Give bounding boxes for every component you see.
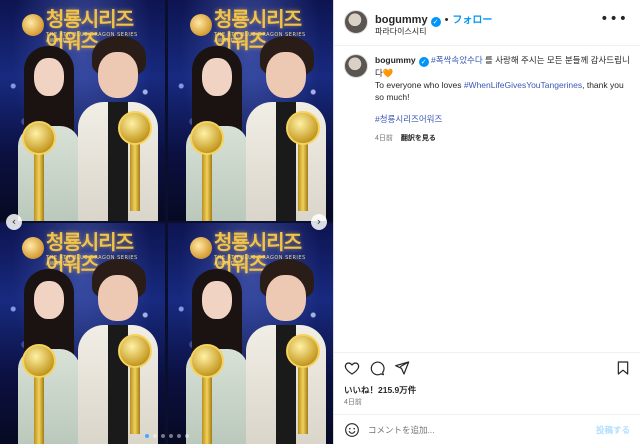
post-media[interactable]: 청룡시리즈어워즈 THE 4TH BLUE DRAGON SERIES AWAR… <box>0 0 333 444</box>
bookmark-icon[interactable] <box>615 360 631 376</box>
location-link[interactable]: 파라다이스시티 <box>375 26 427 37</box>
caption-meta: 4日前 翻訳を見る <box>375 133 633 145</box>
trophy-icon <box>22 121 56 221</box>
username-link[interactable]: bogummy <box>375 14 428 26</box>
logo-moon-icon <box>190 14 212 36</box>
carousel-dot <box>152 434 157 438</box>
trophy-icon <box>118 334 152 444</box>
action-bar <box>334 352 640 380</box>
carousel-dot <box>160 434 165 438</box>
caption-line-2: To everyone who loves <box>375 80 464 90</box>
trophy-icon <box>286 334 320 444</box>
verified-badge-icon: ✓ <box>430 17 441 27</box>
trophy-icon <box>286 111 320 221</box>
share-icon[interactable] <box>394 360 410 376</box>
caption-username[interactable]: bogummy <box>375 55 416 65</box>
logo-moon-icon <box>22 14 44 36</box>
hashtag-link[interactable]: #청룡시리즈어워즈 <box>375 114 442 124</box>
heart-icon[interactable] <box>344 360 360 376</box>
avatar[interactable] <box>344 54 368 78</box>
follow-button[interactable]: フォロー <box>452 15 492 26</box>
comment-composer: 投稿する <box>334 414 640 444</box>
photo-tile-3: 청룡시리즈어워즈 THE 4TH BLUE DRAGON SERIES AWAR… <box>0 223 165 444</box>
logo-moon-icon <box>190 237 212 259</box>
photo-tile-2: 청룡시리즈어워즈 THE 4TH BLUE DRAGON SERIES AWAR… <box>168 0 333 221</box>
carousel-dot <box>176 434 181 438</box>
carousel-dot <box>184 434 189 438</box>
more-options-button[interactable]: ••• <box>600 12 628 26</box>
photo-tile-4: 청룡시리즈어워즈 THE 4TH BLUE DRAGON SERIES AWAR… <box>168 223 333 444</box>
trophy-icon <box>190 344 224 444</box>
logo-moon-icon <box>22 237 44 259</box>
avatar[interactable] <box>344 10 368 34</box>
post-comment-button[interactable]: 投稿する <box>596 424 630 436</box>
photo-tile-1: 청룡시리즈어워즈 THE 4TH BLUE DRAGON SERIES AWAR… <box>0 0 165 221</box>
carousel-dots <box>0 434 333 438</box>
hashtag-link[interactable]: #WhenLifeGivesYouTangerines <box>464 80 582 90</box>
trophy-icon <box>22 344 56 444</box>
carousel-dot <box>168 434 173 438</box>
header-username-line: bogummy ✓ • フォロー <box>375 11 492 27</box>
carousel-next-button[interactable]: › <box>311 214 327 230</box>
trophy-icon <box>190 121 224 221</box>
caption-time: 4日前 <box>375 135 393 142</box>
post-header: bogummy ✓ • フォロー 파라다이스시티 ••• <box>334 0 640 46</box>
post-date: 4日前 <box>344 399 362 406</box>
emoji-icon[interactable] <box>344 422 360 438</box>
trophy-icon <box>118 111 152 221</box>
comment-input[interactable] <box>368 423 578 437</box>
post-panel: bogummy ✓ • フォロー 파라다이스시티 ••• bogummy ✓ #폭싹속았… <box>333 0 640 444</box>
separator-dot: • <box>444 14 449 26</box>
like-count[interactable]: いいね！215.9万件 <box>344 384 416 396</box>
hashtag-link[interactable]: #폭싹속았수다 <box>431 55 483 65</box>
translate-button[interactable]: 翻訳を見る <box>401 135 436 142</box>
carousel-prev-button[interactable]: ‹ <box>6 214 22 230</box>
carousel-dot <box>144 434 149 438</box>
verified-badge-icon: ✓ <box>418 57 429 67</box>
comment-icon[interactable] <box>369 360 385 376</box>
caption-text: bogummy ✓ #폭싹속았수다 를 사랑해 주시는 모든 분들께 감사드립니다… <box>375 54 633 145</box>
